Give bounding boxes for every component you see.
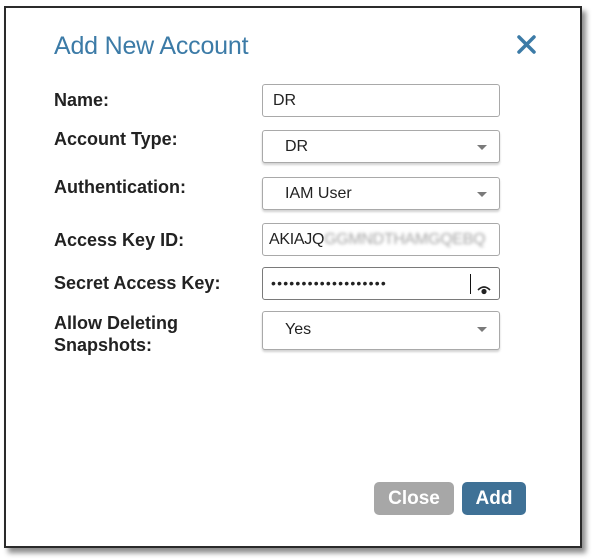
name-input[interactable]: DR	[262, 84, 500, 117]
allow-deleting-value: Yes	[285, 321, 312, 338]
account-type-select[interactable]: DR	[262, 130, 500, 163]
authentication-select[interactable]: IAM User	[262, 177, 500, 210]
add-button[interactable]: Add	[462, 482, 526, 515]
authentication-value: IAM User	[285, 185, 352, 202]
chevron-down-icon	[477, 145, 487, 150]
account-type-value: DR	[285, 138, 309, 155]
chevron-down-icon	[477, 192, 487, 197]
close-button[interactable]: Close	[374, 482, 454, 515]
name-label: Name:	[54, 90, 110, 110]
chevron-down-icon	[477, 327, 487, 332]
secret-access-key-label: Secret Access Key:	[54, 273, 221, 293]
account-type-label: Account Type:	[54, 129, 178, 149]
access-key-id-label: Access Key ID:	[54, 230, 185, 250]
authentication-label: Authentication:	[54, 177, 186, 197]
allow-deleting-snapshots-label: Allow Deleting Snapshots:	[54, 312, 178, 356]
access-key-obscured: GGMNDTHAMGQEBQ	[324, 231, 486, 248]
text-cursor	[470, 274, 471, 294]
allow-deleting-label-line2: Snapshots:	[54, 335, 153, 355]
access-key-id-input[interactable]: AKIAJQGGMNDTHAMGQEBQ	[262, 223, 500, 256]
secret-access-key-input[interactable]: •••••••••••••••••••	[262, 267, 500, 300]
eye-icon[interactable]	[476, 277, 492, 295]
allow-deleting-snapshots-select[interactable]: Yes	[262, 311, 500, 350]
name-value: DR	[273, 92, 297, 109]
access-key-visible: AKIAJQ	[269, 231, 325, 248]
dialog-title: Add New Account	[54, 32, 249, 60]
close-icon[interactable]	[512, 30, 542, 60]
allow-deleting-label-line1: Allow Deleting	[54, 313, 179, 333]
secret-key-value: •••••••••••••••••••	[271, 275, 387, 291]
add-account-dialog: Add New Account Name: DR Account Type: D…	[4, 6, 582, 548]
